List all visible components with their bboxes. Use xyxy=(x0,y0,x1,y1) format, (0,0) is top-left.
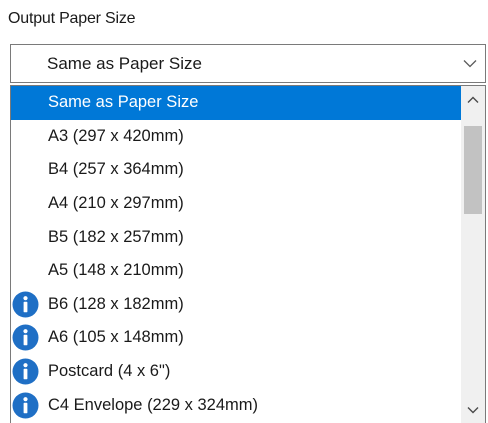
vertical-scrollbar[interactable] xyxy=(461,86,485,423)
paper-size-option[interactable]: Same as Paper Size xyxy=(11,86,461,120)
paper-size-option[interactable]: A3 (297 x 420mm) xyxy=(11,120,461,154)
output-paper-size-label: Output Paper Size xyxy=(8,10,136,27)
paper-size-options: Same as Paper Size A3 (297 x 420mm) B4 (25… xyxy=(11,86,461,422)
option-label: C4 Envelope (229 x 324mm) xyxy=(48,395,259,414)
paper-size-option[interactable]: B4 (257 x 364mm) xyxy=(11,153,461,187)
paper-size-option[interactable]: A5 (148 x 210mm) xyxy=(11,254,461,288)
scroll-up-button[interactable] xyxy=(461,88,485,112)
info-icon xyxy=(12,358,39,385)
info-icon xyxy=(12,324,39,351)
output-paper-size-combobox[interactable]: Same as Paper Size xyxy=(10,44,486,83)
paper-size-option[interactable]: Postcard (4 x 6") xyxy=(11,355,461,389)
combobox-selected-value: Same as Paper Size xyxy=(47,54,202,73)
info-icon xyxy=(12,291,39,318)
chevron-up-icon xyxy=(467,96,479,103)
chevron-down-icon xyxy=(463,60,477,68)
paper-size-option[interactable]: A4 (210 x 297mm) xyxy=(11,187,461,221)
option-label: A3 (297 x 420mm) xyxy=(48,126,184,145)
paper-size-option[interactable]: B5 (182 x 257mm) xyxy=(11,220,461,254)
option-label: A5 (148 x 210mm) xyxy=(48,261,184,280)
option-label: B4 (257 x 364mm) xyxy=(48,160,184,179)
output-paper-size-panel: Output Paper Size Same as Paper Size Sam… xyxy=(0,0,488,423)
option-label: Same as Paper Size xyxy=(48,93,199,112)
paper-size-option[interactable]: B6 (128 x 182mm) xyxy=(11,288,461,322)
scroll-thumb[interactable] xyxy=(464,126,482,214)
paper-size-dropdown-list: Same as Paper Size A3 (297 x 420mm) B4 (25… xyxy=(10,85,486,423)
info-icon xyxy=(12,392,39,419)
option-label: Postcard (4 x 6") xyxy=(48,362,171,381)
scroll-down-button[interactable] xyxy=(461,398,485,422)
option-label: B5 (182 x 257mm) xyxy=(48,227,184,246)
paper-size-option[interactable]: A6 (105 x 148mm) xyxy=(11,321,461,355)
option-label: B6 (128 x 182mm) xyxy=(48,294,184,313)
option-label: A4 (210 x 297mm) xyxy=(48,194,184,213)
dropdown-toggle-button[interactable] xyxy=(455,45,485,82)
chevron-down-icon xyxy=(467,407,479,414)
option-label: A6 (105 x 148mm) xyxy=(48,328,184,347)
paper-size-option[interactable]: C4 Envelope (229 x 324mm) xyxy=(11,388,461,422)
